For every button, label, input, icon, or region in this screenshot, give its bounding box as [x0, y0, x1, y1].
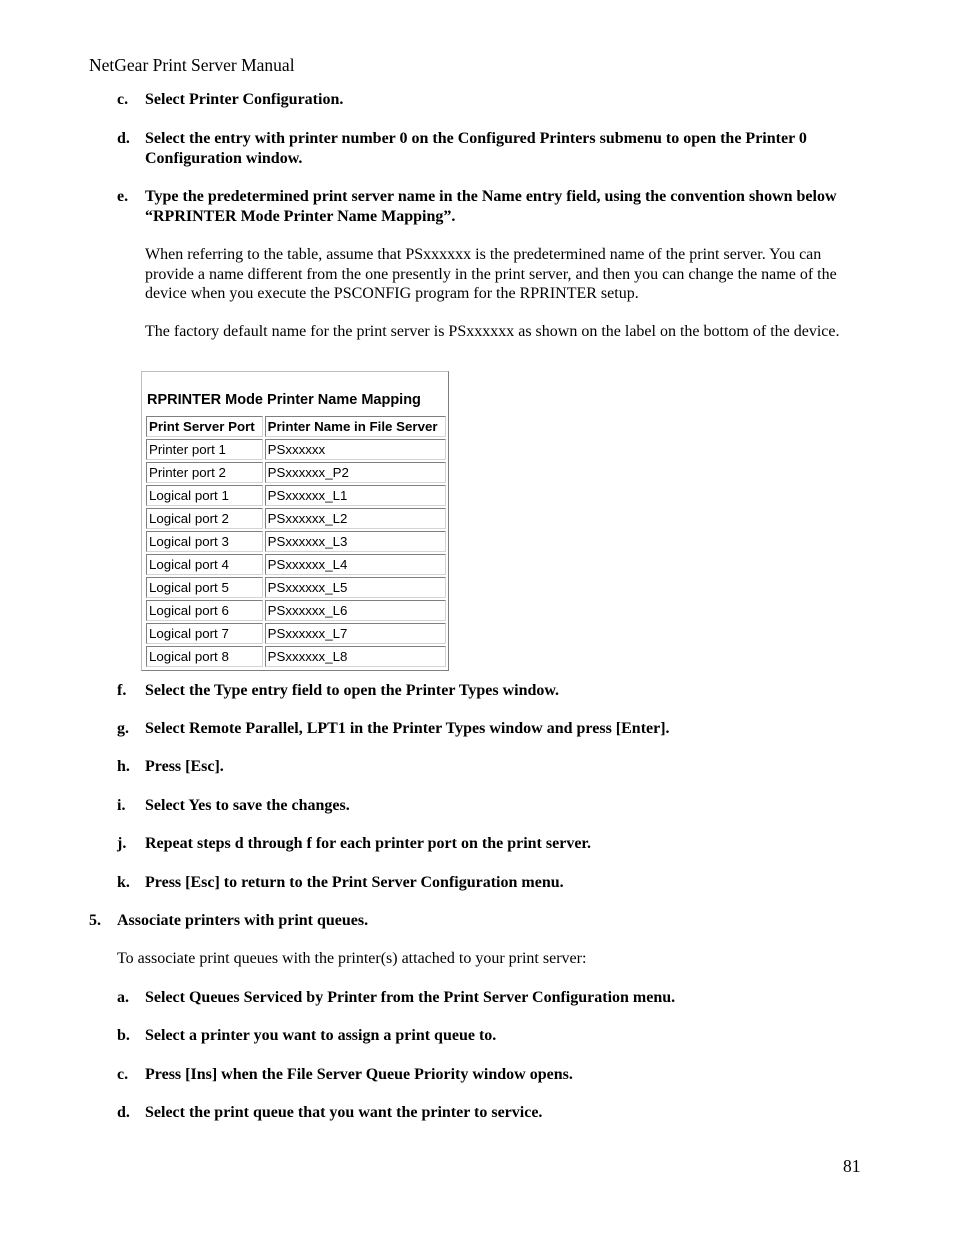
- table-row: Logical port 3 PSxxxxxx_L3: [146, 531, 446, 552]
- printer-name-cell: PSxxxxxx_L7: [264, 623, 446, 644]
- port-cell: Logical port 6: [146, 600, 263, 621]
- step-label: h.: [117, 758, 130, 775]
- table-row: Logical port 4 PSxxxxxx_L4: [146, 554, 446, 575]
- step-text: Select Printer Configuration.: [145, 91, 344, 108]
- step-text: Repeat steps d through f for each printe…: [145, 835, 592, 852]
- step-text: Press [Esc] to return to the Print Serve…: [145, 874, 564, 891]
- printer-name-cell: PSxxxxxx_L5: [264, 577, 446, 598]
- step-label: g.: [117, 720, 129, 737]
- step-d: d. Select the entry with printer number …: [117, 129, 867, 168]
- step-label: c.: [117, 91, 129, 108]
- step-label: b.: [117, 1027, 130, 1044]
- step-label: a.: [117, 989, 129, 1006]
- step-text: Press [Esc].: [145, 758, 224, 775]
- step-j: j. Repeat steps d through f for each pri…: [117, 834, 867, 854]
- step-e: e. Type the predetermined print server n…: [117, 187, 867, 226]
- paragraph-factory-default: The factory default name for the print s…: [145, 323, 840, 340]
- step-g: g. Select Remote Parallel, LPT1 in the P…: [117, 719, 867, 739]
- step-text: Select the entry with printer number 0 o…: [145, 130, 807, 167]
- name-mapping-table: Print Server Port Printer Name in File S…: [144, 414, 448, 669]
- port-cell: Printer port 2: [146, 462, 263, 483]
- step-label: f.: [117, 682, 127, 699]
- step-text: Press [Ins] when the File Server Queue P…: [145, 1066, 573, 1083]
- step-label: d.: [117, 130, 130, 147]
- step-text: Select a printer you want to assign a pr…: [145, 1027, 497, 1044]
- printer-name-cell: PSxxxxxx_L3: [264, 531, 446, 552]
- table-row: Logical port 1 PSxxxxxx_L1: [146, 485, 446, 506]
- port-cell: Logical port 3: [146, 531, 263, 552]
- port-cell: Logical port 8: [146, 646, 263, 667]
- step-label: c.: [117, 1066, 129, 1083]
- table-row: Logical port 6 PSxxxxxx_L6: [146, 600, 446, 621]
- step-text: Select Remote Parallel, LPT1 in the Prin…: [145, 720, 670, 737]
- step-text: Type the predetermined print server name…: [145, 188, 837, 225]
- step-text: Associate printers with print queues.: [117, 912, 369, 929]
- step-label: 5.: [89, 912, 101, 929]
- step-c: c. Select Printer Configuration.: [117, 90, 867, 110]
- table-row: Logical port 7 PSxxxxxx_L7: [146, 623, 446, 644]
- step-d-queue: d. Select the print queue that you want …: [117, 1103, 867, 1123]
- page-number: 81: [843, 1156, 861, 1176]
- step-h: h. Press [Esc].: [117, 757, 867, 777]
- printer-name-cell: PSxxxxxx_L8: [264, 646, 446, 667]
- step5-intro: To associate print queues with the print…: [117, 950, 587, 967]
- step-c-queue: c. Press [Ins] when the File Server Queu…: [117, 1065, 867, 1085]
- step-5: 5. Associate printers with print queues.: [89, 911, 839, 931]
- printer-name-cell: PSxxxxxx: [264, 439, 446, 460]
- step-f: f. Select the Type entry field to open t…: [117, 681, 867, 701]
- table-title: RPRINTER Mode Printer Name Mapping: [147, 392, 421, 408]
- step-label: d.: [117, 1104, 130, 1121]
- step-i: i. Select Yes to save the changes.: [117, 796, 867, 816]
- step-text: Select the print queue that you want the…: [145, 1104, 543, 1121]
- paragraph-table-note: When referring to the table, assume that…: [145, 246, 837, 302]
- port-cell: Logical port 7: [146, 623, 263, 644]
- printer-name-cell: PSxxxxxx_L2: [264, 508, 446, 529]
- table-row: Printer port 1 PSxxxxxx: [146, 439, 446, 460]
- table-row: Logical port 2 PSxxxxxx_L2: [146, 508, 446, 529]
- step-text: Select the Type entry field to open the …: [145, 682, 560, 699]
- step-label: e.: [117, 188, 129, 205]
- port-cell: Logical port 4: [146, 554, 263, 575]
- port-cell: Logical port 1: [146, 485, 263, 506]
- column-header: Print Server Port: [146, 416, 263, 437]
- step-text: Select Yes to save the changes.: [145, 797, 350, 814]
- table-row: Logical port 8 PSxxxxxx_L8: [146, 646, 446, 667]
- step-text: Select Queues Serviced by Printer from t…: [145, 989, 676, 1006]
- name-mapping-table-container: RPRINTER Mode Printer Name Mapping Print…: [141, 371, 449, 671]
- step-label: k.: [117, 874, 130, 891]
- table-row: Printer port 2 PSxxxxxx_P2: [146, 462, 446, 483]
- printer-name-cell: PSxxxxxx_P2: [264, 462, 446, 483]
- port-cell: Logical port 2: [146, 508, 263, 529]
- port-cell: Logical port 5: [146, 577, 263, 598]
- port-cell: Printer port 1: [146, 439, 263, 460]
- step-label: j.: [117, 835, 127, 852]
- printer-name-cell: PSxxxxxx_L1: [264, 485, 446, 506]
- table-row: Logical port 5 PSxxxxxx_L5: [146, 577, 446, 598]
- table-header-row: Print Server Port Printer Name in File S…: [146, 416, 446, 437]
- step-label: i.: [117, 797, 126, 814]
- printer-name-cell: PSxxxxxx_L6: [264, 600, 446, 621]
- column-header: Printer Name in File Server: [264, 416, 446, 437]
- step-k: k. Press [Esc] to return to the Print Se…: [117, 873, 867, 893]
- step-a: a. Select Queues Serviced by Printer fro…: [117, 988, 867, 1008]
- step-b: b. Select a printer you want to assign a…: [117, 1026, 867, 1046]
- running-header: NetGear Print Server Manual: [89, 55, 295, 75]
- printer-name-cell: PSxxxxxx_L4: [264, 554, 446, 575]
